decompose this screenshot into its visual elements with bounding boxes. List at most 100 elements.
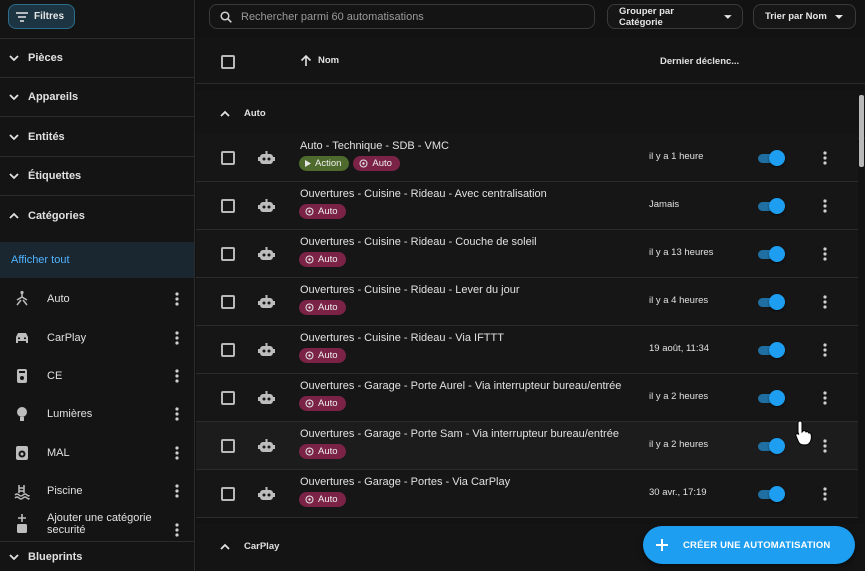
- category-item-auto[interactable]: Auto: [0, 280, 194, 318]
- table-row[interactable]: Auto - Technique - SDB - VMC Action Auto…: [196, 134, 858, 182]
- automation-name: Ouvertures - Garage - Portes - Via CarPl…: [300, 476, 511, 488]
- section-label: Entités: [28, 131, 65, 143]
- table-row[interactable]: Ouvertures - Garage - Porte Sam - Via in…: [196, 422, 858, 470]
- chevron-down-icon: [9, 94, 19, 101]
- robot-icon: [258, 487, 275, 500]
- chip-auto: Auto: [299, 348, 346, 363]
- filter-icon: [16, 11, 28, 22]
- chip-label: Auto: [372, 158, 392, 169]
- search-input[interactable]: Rechercher parmi 60 automatisations: [209, 4, 595, 29]
- table-row[interactable]: Ouvertures - Cuisine - Rideau - Avec cen…: [196, 182, 858, 230]
- table-row[interactable]: Ouvertures - Cuisine - Rideau - Via IFTT…: [196, 326, 858, 374]
- more-vert-icon[interactable]: [820, 486, 830, 502]
- enable-toggle[interactable]: [756, 437, 786, 455]
- category-item-mal[interactable]: MAL: [0, 434, 194, 472]
- filter-section-categories[interactable]: Catégories: [0, 196, 194, 235]
- last-triggered: il y a 4 heures: [649, 295, 709, 306]
- category-label: Lumières: [47, 408, 93, 420]
- row-checkbox[interactable]: [221, 439, 235, 453]
- filter-section-entities[interactable]: Entités: [0, 118, 194, 157]
- table-row[interactable]: Ouvertures - Garage - Porte Aurel - Via …: [196, 374, 858, 422]
- filter-section-rooms[interactable]: Pièces: [0, 39, 194, 78]
- column-header-last-triggered[interactable]: Dernier déclenc...: [660, 56, 739, 67]
- add-category-label: Ajouter une catégorie securité: [47, 512, 167, 536]
- filters-label: Filtres: [34, 11, 65, 22]
- row-checkbox[interactable]: [221, 295, 235, 309]
- more-vert-icon[interactable]: [820, 342, 830, 358]
- more-vert-icon[interactable]: [172, 406, 182, 422]
- hand-cursor-icon: [795, 420, 812, 446]
- enable-toggle[interactable]: [756, 485, 786, 503]
- dropdown-arrow-icon: [724, 14, 732, 19]
- chip-auto: Auto: [299, 252, 346, 267]
- row-checkbox[interactable]: [221, 151, 235, 165]
- car-icon: [13, 329, 31, 347]
- row-checkbox[interactable]: [221, 247, 235, 261]
- select-all-checkbox[interactable]: [221, 55, 235, 69]
- table-row[interactable]: Ouvertures - Cuisine - Rideau - Couche d…: [196, 230, 858, 278]
- more-vert-icon[interactable]: [820, 438, 830, 454]
- robot-icon: [258, 247, 275, 260]
- more-vert-icon[interactable]: [172, 483, 182, 499]
- enable-toggle[interactable]: [756, 293, 786, 311]
- enable-toggle[interactable]: [756, 341, 786, 359]
- column-header-name[interactable]: Nom: [300, 54, 339, 67]
- more-vert-icon[interactable]: [172, 445, 182, 461]
- row-checkbox[interactable]: [221, 343, 235, 357]
- chevron-down-icon: [9, 134, 19, 141]
- chip-auto: Auto: [299, 444, 346, 459]
- enable-toggle[interactable]: [756, 245, 786, 263]
- automation-name: Ouvertures - Cuisine - Rideau - Via IFTT…: [300, 332, 504, 344]
- category-label: CE: [47, 370, 63, 382]
- filter-section-devices[interactable]: Appareils: [0, 78, 194, 117]
- more-vert-icon[interactable]: [820, 294, 830, 310]
- category-item-lumieres[interactable]: Lumières: [0, 395, 194, 433]
- group-by-label: Grouper par Catégorie: [619, 5, 674, 28]
- automation-name: Ouvertures - Cuisine - Rideau - Avec cen…: [300, 188, 547, 200]
- more-vert-icon[interactable]: [820, 246, 830, 262]
- automation-name: Ouvertures - Garage - Porte Sam - Via in…: [300, 428, 619, 440]
- security-icon: [13, 514, 31, 533]
- chip-label: Auto: [318, 494, 338, 505]
- chevron-down-icon: [9, 553, 19, 560]
- category-label: Piscine: [47, 485, 83, 497]
- table-row[interactable]: Ouvertures - Cuisine - Rideau - Lever du…: [196, 278, 858, 326]
- group-label: Auto: [244, 108, 266, 119]
- chip-label: Auto: [318, 302, 338, 313]
- row-checkbox[interactable]: [221, 487, 235, 501]
- group-header-auto[interactable]: Auto: [196, 91, 865, 139]
- category-item-piscine[interactable]: Piscine: [0, 472, 194, 510]
- add-category-item[interactable]: Ajouter une catégorie securité: [0, 509, 194, 541]
- more-vert-icon[interactable]: [172, 522, 182, 538]
- robot-icon: [258, 439, 275, 452]
- chip-label: Auto: [318, 350, 338, 361]
- enable-toggle[interactable]: [756, 389, 786, 407]
- more-vert-icon[interactable]: [820, 150, 830, 166]
- enable-toggle[interactable]: [756, 197, 786, 215]
- filters-button[interactable]: Filtres: [8, 4, 75, 29]
- filter-section-blueprints[interactable]: Blueprints: [0, 542, 194, 571]
- more-vert-icon[interactable]: [172, 291, 182, 307]
- create-automation-button[interactable]: CRÉER UNE AUTOMATISATION: [643, 526, 855, 564]
- sort-by-button[interactable]: Trier par Nom: [753, 4, 856, 29]
- filter-section-labels[interactable]: Étiquettes: [0, 157, 194, 196]
- enable-toggle[interactable]: [756, 149, 786, 167]
- automation-name: Ouvertures - Cuisine - Rideau - Lever du…: [300, 284, 520, 296]
- show-all-categories[interactable]: Afficher tout: [0, 242, 194, 278]
- scrollbar-thumb[interactable]: [859, 95, 864, 167]
- more-vert-icon[interactable]: [820, 198, 830, 214]
- more-vert-icon[interactable]: [172, 368, 182, 384]
- more-vert-icon[interactable]: [820, 390, 830, 406]
- last-triggered: il y a 1 heure: [649, 151, 704, 162]
- category-item-carplay[interactable]: CarPlay: [0, 319, 194, 357]
- more-vert-icon[interactable]: [172, 330, 182, 346]
- group-by-button[interactable]: Grouper par Catégorie: [607, 4, 743, 29]
- row-checkbox[interactable]: [221, 391, 235, 405]
- chevron-up-icon: [9, 212, 19, 219]
- row-checkbox[interactable]: [221, 199, 235, 213]
- water-heater-icon: [13, 367, 31, 385]
- chevron-down-icon: [9, 173, 19, 180]
- table-row[interactable]: Ouvertures - Garage - Portes - Via CarPl…: [196, 470, 858, 518]
- category-item-ce[interactable]: CE: [0, 357, 194, 395]
- auto-mode-icon: [305, 207, 314, 216]
